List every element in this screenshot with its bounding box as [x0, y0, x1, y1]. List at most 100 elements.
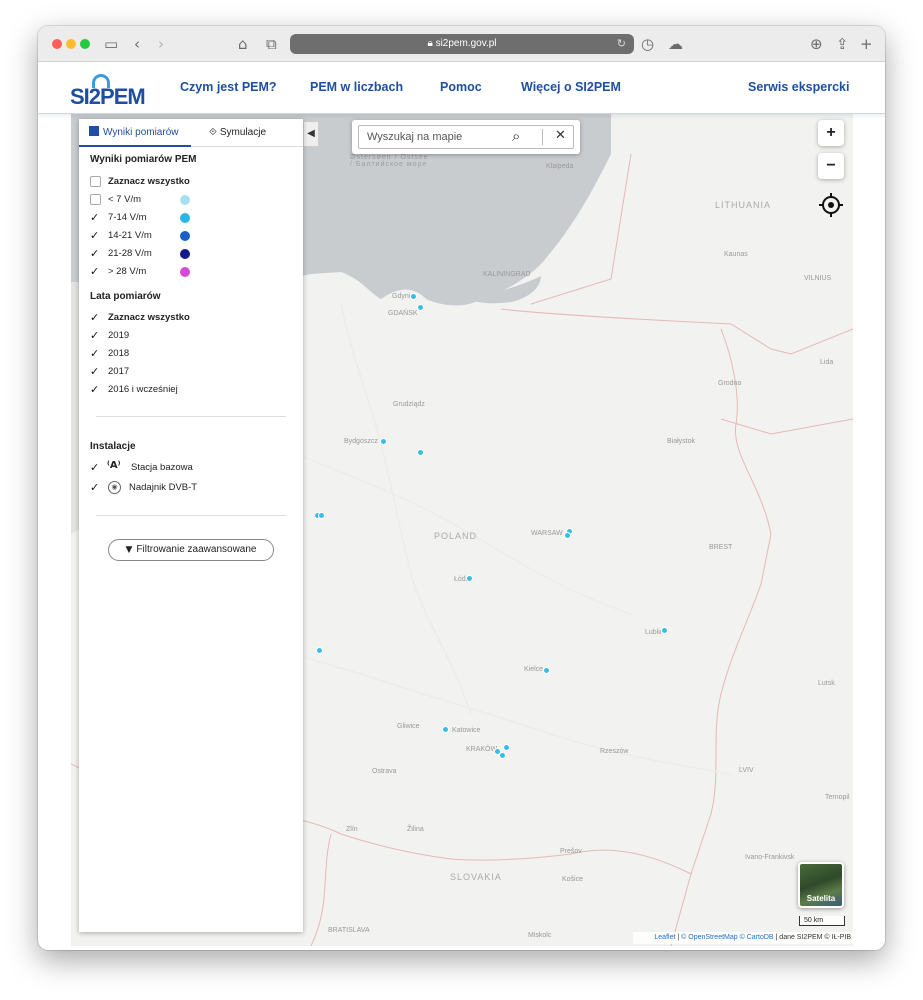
home-icon[interactable]: ⌂: [238, 35, 248, 53]
country-label-slovakia: SLOVAKIA: [450, 872, 502, 882]
broadcast-icon: ◉: [108, 481, 121, 494]
download-icon[interactable]: ⊕: [810, 35, 823, 53]
nav-link-wiecej-o-si2pem[interactable]: Więcej o SI2PEM: [521, 80, 621, 94]
measurement-marker[interactable]: [503, 744, 510, 751]
city-label: Ostrava: [372, 768, 397, 775]
checkbox-checked[interactable]: ✓: [90, 462, 101, 473]
years-section-title: Lata pomiarów: [90, 291, 161, 302]
search-separator: [542, 129, 543, 145]
city-label: Klaipeda: [546, 163, 574, 170]
new-tab-icon[interactable]: +: [860, 35, 873, 53]
checkbox[interactable]: [90, 176, 101, 187]
city-label: Žilina: [407, 826, 424, 833]
nav-link-pem-w-liczbach[interactable]: PEM w liczbach: [310, 80, 403, 94]
city-label: BREST: [709, 544, 733, 551]
measurement-marker[interactable]: [316, 647, 323, 654]
checkbox-checked[interactable]: ✓: [90, 230, 101, 241]
city-label: Grudziądz: [393, 401, 425, 408]
satellite-layer-button[interactable]: Satelita: [798, 862, 844, 908]
zoom-out-button[interactable]: −: [818, 153, 844, 179]
panel-divider: [96, 515, 286, 516]
cloud-icon[interactable]: ☁: [668, 35, 683, 53]
checkbox-checked[interactable]: ✓: [90, 384, 101, 395]
checkbox-checked[interactable]: ✓: [90, 366, 101, 377]
checkbox-checked[interactable]: ✓: [90, 312, 101, 323]
measurement-marker[interactable]: [318, 512, 325, 519]
search-placeholder: Wyszukaj na mapie: [367, 131, 463, 143]
tab-simulation[interactable]: ⟐ Symulacje: [209, 119, 303, 147]
city-label: GDAŃSK: [388, 310, 418, 317]
nav-link-pomoc[interactable]: Pomoc: [440, 80, 482, 94]
country-label-poland: POLAND: [434, 531, 478, 541]
sea-label: Østersøen / Ostsee / Балтийское море: [350, 154, 429, 168]
checkbox-checked[interactable]: ✓: [90, 348, 101, 359]
minimize-window-button[interactable]: [66, 39, 76, 49]
history-icon[interactable]: ◷: [641, 35, 654, 53]
filter-panel: Wyniki pomiarów ⟐ Symulacje Wyniki pomiar…: [79, 119, 303, 932]
city-label: LVIV: [739, 767, 754, 774]
city-label: KRAKÓW: [466, 746, 498, 753]
crosshair-icon: [819, 193, 843, 217]
browser-toolbar: ▭ ‹ › ⌂ ⧉ 🔒︎ si2pem.gov.pl ↻ ◷ ☁ ⊕ ⇪ +: [38, 26, 885, 62]
chevron-left-icon: ◀: [307, 128, 315, 139]
tab-simulation-label: Symulacje: [219, 127, 267, 138]
browser-window: ▭ ‹ › ⌂ ⧉ 🔒︎ si2pem.gov.pl ↻ ◷ ☁ ⊕ ⇪ + S…: [38, 26, 885, 950]
tab-results[interactable]: Wyniki pomiarów: [79, 119, 191, 147]
back-icon[interactable]: ‹: [134, 35, 140, 53]
share-icon[interactable]: ⇪: [836, 35, 849, 53]
measurement-marker[interactable]: [417, 304, 424, 311]
checkbox-checked[interactable]: ✓: [90, 248, 101, 259]
city-label: KALININGRAD: [483, 271, 531, 278]
panel-tabs: Wyniki pomiarów ⟐ Symulacje: [79, 119, 303, 147]
level-color-swatch: [180, 231, 190, 241]
maximize-window-button[interactable]: [80, 39, 90, 49]
zoom-in-button[interactable]: +: [818, 120, 844, 146]
city-label: Katowice: [452, 727, 481, 734]
measurement-marker[interactable]: [442, 726, 449, 733]
map-search: Wyszukaj na mapie ⌕ ✕: [352, 120, 580, 154]
search-icon[interactable]: ⌕: [512, 127, 520, 145]
simulation-icon: ⟐: [209, 127, 217, 138]
measurement-marker[interactable]: [543, 667, 550, 674]
city-label: Košice: [562, 876, 584, 883]
checkbox-checked[interactable]: ✓: [90, 330, 101, 341]
clear-icon[interactable]: ✕: [555, 128, 566, 143]
collapse-panel-button[interactable]: ◀: [303, 121, 319, 147]
nav-link-serwis-ekspercki[interactable]: Serwis ekspercki: [748, 80, 849, 94]
locate-button[interactable]: [818, 192, 844, 218]
antenna-icon: ⁽A⁾: [107, 460, 121, 471]
close-window-button[interactable]: [52, 39, 62, 49]
reload-icon[interactable]: ↻: [617, 34, 626, 54]
checkbox[interactable]: [90, 194, 101, 205]
checkbox-checked[interactable]: ✓: [90, 482, 101, 493]
checkbox-checked[interactable]: ✓: [90, 212, 101, 223]
site-logo[interactable]: SI2PEM: [70, 74, 146, 109]
leaflet-link[interactable]: Leaflet: [654, 934, 675, 941]
measurement-marker[interactable]: [410, 293, 417, 300]
city-label: Białystok: [667, 438, 696, 445]
measurement-marker[interactable]: [466, 575, 473, 582]
city-label: Ivano-Frankivsk: [745, 854, 795, 861]
results-section-title: Wyniki pomiarów PEM: [90, 154, 197, 165]
carto-link[interactable]: © CartoDB: [740, 934, 774, 941]
nav-link-czym-jest-pem[interactable]: Czym jest PEM?: [180, 80, 277, 94]
measurement-marker[interactable]: [661, 627, 668, 634]
measurement-marker[interactable]: [499, 752, 506, 759]
osm-link[interactable]: © OpenStreetMap: [681, 934, 738, 941]
forward-icon[interactable]: ›: [158, 35, 164, 53]
sidebar-toggle-icon[interactable]: ▭: [104, 35, 118, 53]
tabs-icon[interactable]: ⧉: [266, 35, 277, 53]
measurement-marker[interactable]: [564, 532, 571, 539]
advanced-filter-button[interactable]: ▼ Filtrowanie zaawansowane: [108, 539, 274, 561]
measurement-marker[interactable]: [380, 438, 387, 445]
lock-icon: 🔒︎: [427, 38, 436, 49]
satellite-label: Satelita: [806, 894, 836, 903]
level-color-swatch: [180, 213, 190, 223]
installations-section-title: Instalacje: [90, 441, 136, 452]
url-text: si2pem.gov.pl: [435, 38, 497, 49]
checkbox-checked[interactable]: ✓: [90, 266, 101, 277]
address-bar[interactable]: 🔒︎ si2pem.gov.pl ↻: [290, 34, 634, 54]
search-input[interactable]: Wyszukaj na mapie ⌕ ✕: [358, 125, 574, 149]
measurement-marker[interactable]: [417, 449, 424, 456]
city-label: Miskolc: [528, 932, 552, 939]
